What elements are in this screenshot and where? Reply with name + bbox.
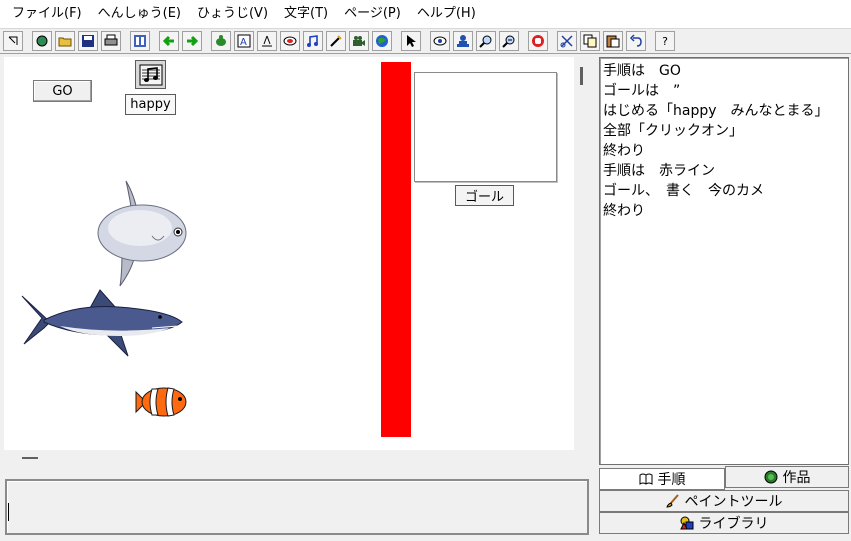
stop-hand-icon[interactable] xyxy=(528,31,548,51)
tab-library-label: ライブラリ xyxy=(698,516,769,532)
help-icon[interactable]: ? xyxy=(655,31,675,51)
tab-paint-tool-label: ペイントツール xyxy=(684,494,783,510)
slider-icon[interactable] xyxy=(257,31,277,51)
zoom-in-icon[interactable] xyxy=(476,31,496,51)
svg-text:A: A xyxy=(240,37,247,48)
cut-icon[interactable] xyxy=(557,31,577,51)
text-cursor xyxy=(8,503,9,521)
sunfish-icon[interactable] xyxy=(96,178,192,290)
script-line[interactable]: 終わり xyxy=(603,141,845,161)
button-create-icon[interactable] xyxy=(280,31,300,51)
movie-camera-icon[interactable] xyxy=(349,31,369,51)
zoom-out-icon[interactable] xyxy=(499,31,519,51)
go-button[interactable]: GO xyxy=(33,80,92,102)
page-list-icon[interactable] xyxy=(130,31,150,51)
prev-page-icon[interactable] xyxy=(159,31,179,51)
paintbrush-icon xyxy=(665,494,679,508)
script-line[interactable]: はじめる「happy みんなとまる」 xyxy=(603,101,845,121)
tab-works[interactable]: 作品 xyxy=(725,466,849,488)
happy-label: happy xyxy=(125,94,176,115)
script-line[interactable]: 手順は 赤ライン xyxy=(603,161,845,181)
script-line[interactable]: 終わり xyxy=(603,201,845,221)
arrow-cursor-icon[interactable] xyxy=(401,31,421,51)
red-line[interactable] xyxy=(381,62,411,437)
globe-icon xyxy=(764,470,777,484)
open-folder-icon[interactable] xyxy=(55,31,75,51)
eye-icon[interactable] xyxy=(430,31,450,51)
melody-icon[interactable] xyxy=(135,60,166,89)
script-line[interactable]: ゴールは ” xyxy=(603,81,845,101)
music-note-icon[interactable] xyxy=(303,31,323,51)
horizontal-scrollbar[interactable] xyxy=(22,457,38,459)
tab-procedure-label: 手順 xyxy=(657,472,686,488)
goal-box[interactable] xyxy=(414,72,557,182)
select-mode-icon[interactable] xyxy=(3,31,23,51)
paste-icon[interactable] xyxy=(603,31,623,51)
script-line[interactable]: 全部「クリックオン」 xyxy=(603,121,845,141)
globe-icon[interactable] xyxy=(372,31,392,51)
stamp-icon[interactable] xyxy=(453,31,473,51)
shark-icon[interactable] xyxy=(20,288,184,358)
script-line[interactable]: ゴール、 書く 今のカメ xyxy=(603,181,845,201)
menu-bar: ファイル(F) へんしゅう(E) ひょうじ(V) 文字(T) ページ(P) ヘル… xyxy=(0,0,851,28)
menu-view[interactable]: ひょうじ(V) xyxy=(189,0,276,28)
tab-procedure[interactable]: 手順 xyxy=(599,468,725,490)
menu-file[interactable]: ファイル(F) xyxy=(4,0,90,28)
script-line[interactable]: 手順は GO xyxy=(603,61,845,81)
turtle-icon[interactable] xyxy=(211,31,231,51)
text-box-icon[interactable]: A xyxy=(234,31,254,51)
clownfish-icon[interactable] xyxy=(134,384,190,420)
scroll-thumb[interactable] xyxy=(580,67,583,85)
script-editor[interactable]: 手順は GO ゴールは ” はじめる「happy みんなとまる」 全部「クリック… xyxy=(599,57,849,465)
tab-paint-tool[interactable]: ペイントツール xyxy=(599,490,849,512)
message-box[interactable] xyxy=(5,479,589,535)
undo-icon[interactable] xyxy=(626,31,646,51)
vertical-scrollbar[interactable] xyxy=(574,57,590,450)
copy-icon[interactable] xyxy=(580,31,600,51)
shapes-icon xyxy=(679,516,693,530)
menu-text[interactable]: 文字(T) xyxy=(276,0,336,28)
goal-label: ゴール xyxy=(455,185,514,206)
print-icon[interactable] xyxy=(101,31,121,51)
book-icon xyxy=(639,473,652,485)
tab-works-label: 作品 xyxy=(782,470,811,486)
new-page-icon[interactable] xyxy=(32,31,52,51)
toolbar: A ? xyxy=(0,28,851,54)
menu-help[interactable]: ヘルプ(H) xyxy=(409,0,484,28)
menu-edit[interactable]: へんしゅう(E) xyxy=(90,0,189,28)
next-page-icon[interactable] xyxy=(182,31,202,51)
pencil-icon[interactable] xyxy=(326,31,346,51)
save-icon[interactable] xyxy=(78,31,98,51)
tab-library[interactable]: ライブラリ xyxy=(599,512,849,534)
menu-page[interactable]: ページ(P) xyxy=(336,0,409,28)
